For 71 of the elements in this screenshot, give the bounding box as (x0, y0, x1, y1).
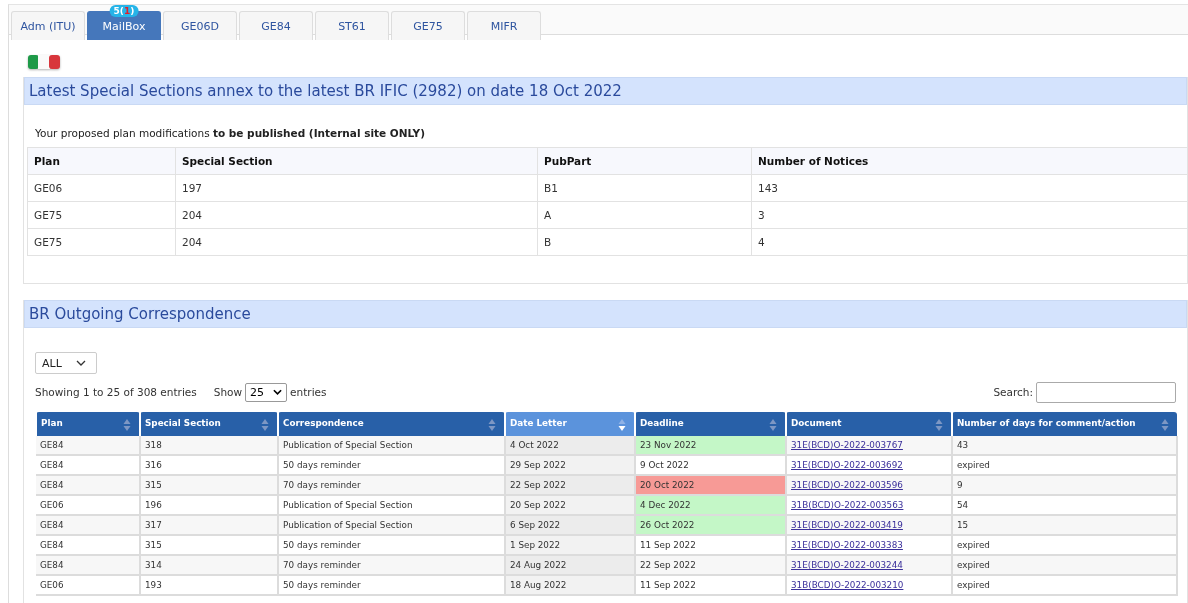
column-header: Plan (27, 147, 176, 175)
sort-icon (935, 417, 943, 432)
table-cell: GE06 (27, 174, 176, 202)
table-cell: B (537, 228, 752, 256)
column-header[interactable]: Document (786, 412, 952, 436)
table-cell: 197 (175, 174, 538, 202)
document-link[interactable]: 31E(BCD)O-2022-003692 (791, 460, 903, 470)
table-cell: 4 (751, 228, 1188, 256)
tab[interactable]: MIFR (467, 11, 541, 40)
table-cell: GE06 (36, 575, 140, 595)
table-cell: GE84 (36, 515, 140, 535)
document-link[interactable]: 31B(BCD)O-2022-003210 (791, 580, 904, 590)
tab[interactable]: GE84 (239, 11, 313, 40)
search-field[interactable] (1036, 381, 1176, 403)
count-badge: 5(1) (109, 5, 139, 17)
sort-icon (261, 417, 269, 432)
sort-icon (123, 417, 131, 432)
table-cell: 4 Oct 2022 (505, 436, 635, 455)
table-cell: GE84 (36, 475, 140, 495)
table-cell: 318 (140, 436, 278, 455)
column-header[interactable]: Deadline (635, 412, 786, 436)
search-label: Search: (993, 386, 1033, 398)
chevron-icon (76, 360, 86, 366)
section-header: Latest Special Sections annex to the latest BR IFIC (2982) on date 18 Oct 2022 (24, 77, 1187, 105)
document-link[interactable]: 31E(BCD)O-2022-003244 (791, 560, 903, 570)
entries-label: entries (290, 386, 327, 398)
sort-icon (769, 417, 777, 432)
table-cell: GE75 (27, 201, 176, 229)
table-cell: 23 Nov 2022 (635, 436, 786, 455)
entries-info: Showing 1 to 25 of 308 entries (35, 386, 197, 398)
show-label: Show (213, 386, 243, 398)
table-cell: GE75 (27, 228, 176, 256)
table-cell: 204 (175, 228, 538, 256)
note-text: Your proposed plan modifications to be published (Internal site ONLY) (35, 127, 426, 139)
filter-dropdown[interactable]: ALL (35, 352, 97, 374)
column-header: PubPart (537, 147, 752, 175)
table-cell: 50 days reminder (278, 575, 505, 595)
table-cell: 11 Sep 2022 (635, 575, 786, 595)
column-header[interactable]: Plan (36, 412, 140, 436)
column-header: Special Section (175, 147, 538, 175)
table-cell: expired (952, 575, 1177, 595)
tab[interactable]: ST61 (315, 11, 389, 40)
sort-icon (1161, 417, 1169, 432)
document-link[interactable]: 31E(BCD)O-2022-003419 (791, 520, 903, 530)
section-header: BR Outgoing Correspondence (24, 300, 1187, 328)
document-link[interactable]: 31B(BCD)O-2022-003563 (791, 500, 904, 510)
table-cell: Publication of Special Section (278, 436, 505, 455)
tab[interactable]: GE75 (391, 11, 465, 40)
column-header[interactable]: Number of days for comment/action (952, 412, 1177, 436)
table-cell: 43 (952, 436, 1177, 455)
column-header[interactable]: Special Section (140, 412, 278, 436)
table-cell: GE84 (36, 436, 140, 455)
tab[interactable]: GE06D (163, 11, 237, 40)
table-cell: B1 (537, 174, 752, 202)
document-link[interactable]: 31E(BCD)O-2022-003767 (791, 440, 903, 450)
table-cell: 3 (751, 201, 1188, 229)
document-link[interactable]: 31E(BCD)O-2022-003596 (791, 480, 903, 490)
table-cell: 193 (140, 575, 278, 595)
column-header[interactable]: Correspondence (278, 412, 505, 436)
column-header: Number of Notices (751, 147, 1188, 175)
tab[interactable]: Adm (ITU) (11, 11, 85, 40)
table-cell: A (537, 201, 752, 229)
chevron-icon (273, 389, 283, 395)
document-link[interactable]: 31E(BCD)O-2022-003383 (791, 540, 903, 550)
table-cell: 143 (751, 174, 1188, 202)
sort-icon (488, 417, 496, 432)
table-cell: GE84 (36, 555, 140, 575)
table-cell: 204 (175, 201, 538, 229)
flag-icon[interactable] (28, 55, 60, 69)
sort-icon (618, 417, 626, 432)
page-length-select[interactable]: 25 (245, 382, 288, 402)
